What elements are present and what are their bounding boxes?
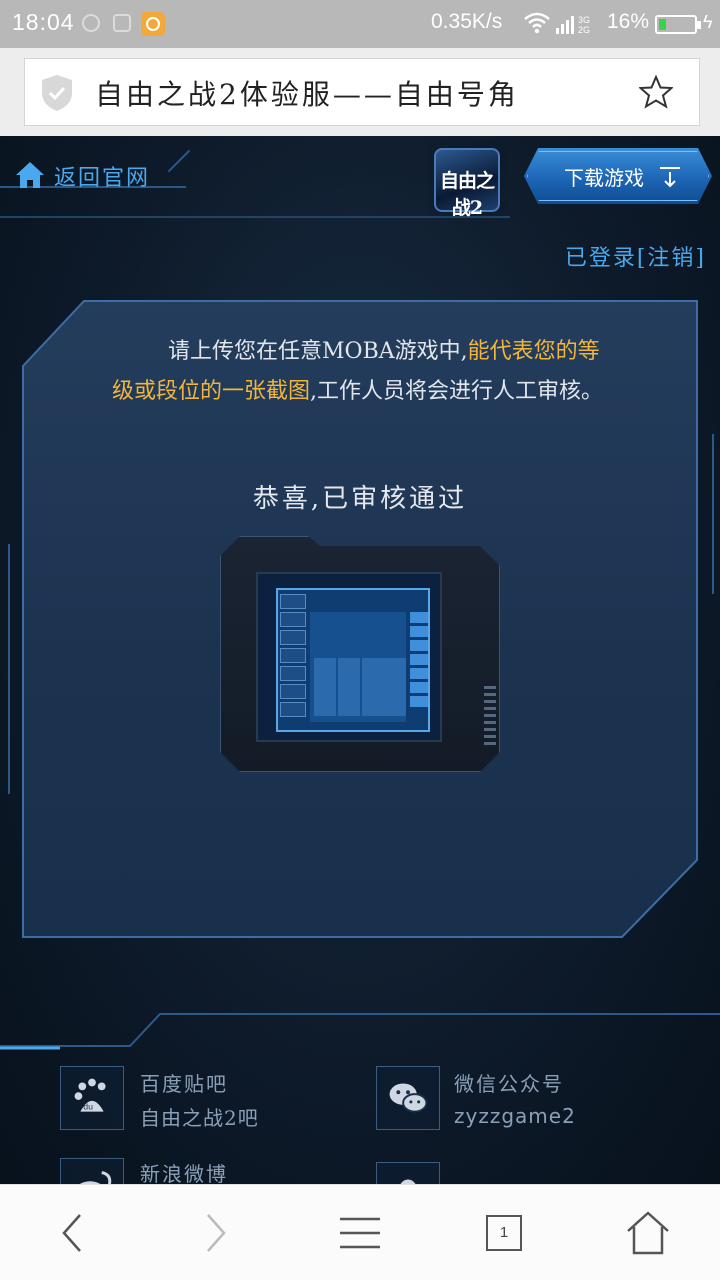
panel-side-deco	[8, 544, 22, 794]
frame-vent-deco	[484, 686, 496, 746]
game-logo: 自由之战2	[434, 148, 500, 219]
charging-icon: ϟ	[703, 12, 713, 32]
svg-text:3G: 3G	[578, 15, 590, 25]
home-icon	[16, 162, 44, 188]
page-content: 返回官网 自由之战2 下载游戏 已登录[注销] 请上传您在任意MOBA游戏中,能…	[0, 136, 720, 1184]
wifi-icon	[524, 12, 550, 34]
back-to-site-link[interactable]: 返回官网	[0, 146, 186, 191]
baidu-tieba-icon[interactable]: du	[60, 1066, 124, 1130]
tabs-button[interactable]: 1	[486, 1215, 522, 1251]
baidu-tieba-title[interactable]: 百度贴吧	[140, 1068, 228, 1097]
battery-percent: 16%	[607, 10, 650, 33]
header-divider	[0, 216, 510, 218]
browser-bottom-bar: 1	[0, 1184, 720, 1280]
download-icon	[660, 167, 680, 188]
screenshot-thumbnail	[276, 588, 430, 732]
page-title[interactable]: 自由之战2体验服——自由号角	[95, 73, 519, 113]
signal-icon: 3G 2G	[556, 15, 590, 34]
download-game-label: 下载游戏	[564, 168, 644, 190]
login-status: 已登录[注销]	[565, 240, 706, 272]
wechat-account[interactable]: zyzzgame2	[454, 1104, 576, 1128]
status-bar: 18:04 0.35K/s 3G 2G 16% ϟ	[0, 0, 720, 48]
footer-divider	[0, 1013, 720, 1050]
weibo-title[interactable]: 新浪微博	[140, 1158, 228, 1184]
address-bar[interactable]: 自由之战2体验服——自由号角	[24, 58, 700, 126]
back-to-site-label: 返回官网	[54, 166, 151, 191]
uploaded-screenshot[interactable]	[256, 572, 442, 742]
intro-text-2: ,工作人员将会进行人工审核。	[310, 379, 604, 404]
home-nav-icon[interactable]	[624, 1209, 672, 1257]
forward-arrow-icon[interactable]	[192, 1209, 240, 1257]
baidu-tieba-subtitle[interactable]: 自由之战2吧	[140, 1102, 259, 1131]
qq-icon[interactable]	[376, 1162, 440, 1184]
logout-link[interactable]: [注销]	[637, 246, 706, 271]
browser-toolbar: 自由之战2体验服——自由号角	[0, 48, 720, 136]
menu-icon[interactable]	[336, 1209, 384, 1257]
bookmark-star-icon[interactable]	[639, 75, 673, 109]
clock-app-icon	[141, 12, 165, 36]
no-disturb-icon	[113, 14, 131, 32]
intro-text-1: 请上传您在任意MOBA游戏中,	[168, 339, 468, 364]
network-speed: 0.35K/s	[431, 10, 503, 33]
sync-icon	[82, 14, 100, 32]
back-arrow-icon[interactable]	[48, 1209, 96, 1257]
download-game-button[interactable]: 下载游戏	[524, 148, 712, 204]
svg-text:2G: 2G	[578, 25, 590, 34]
uploaded-screenshot-frame[interactable]	[220, 536, 500, 772]
site-header: 返回官网 自由之战2 下载游戏	[0, 136, 720, 220]
battery-icon	[655, 15, 701, 34]
weibo-icon[interactable]	[60, 1158, 124, 1184]
logged-in-label: 已登录	[564, 246, 637, 271]
wechat-title[interactable]: 微信公众号	[454, 1068, 564, 1097]
svg-text:du: du	[83, 1102, 93, 1112]
review-status: 恭喜,已审核通过	[252, 484, 468, 514]
upload-instructions: 请上传您在任意MOBA游戏中,能代表您的等级或段位的一张截图,工作人员将会进行人…	[112, 332, 612, 412]
game-logo-text: 自由之战2	[439, 170, 495, 219]
shield-icon	[42, 75, 72, 111]
status-time: 18:04	[12, 9, 75, 35]
wechat-icon[interactable]	[376, 1066, 440, 1130]
